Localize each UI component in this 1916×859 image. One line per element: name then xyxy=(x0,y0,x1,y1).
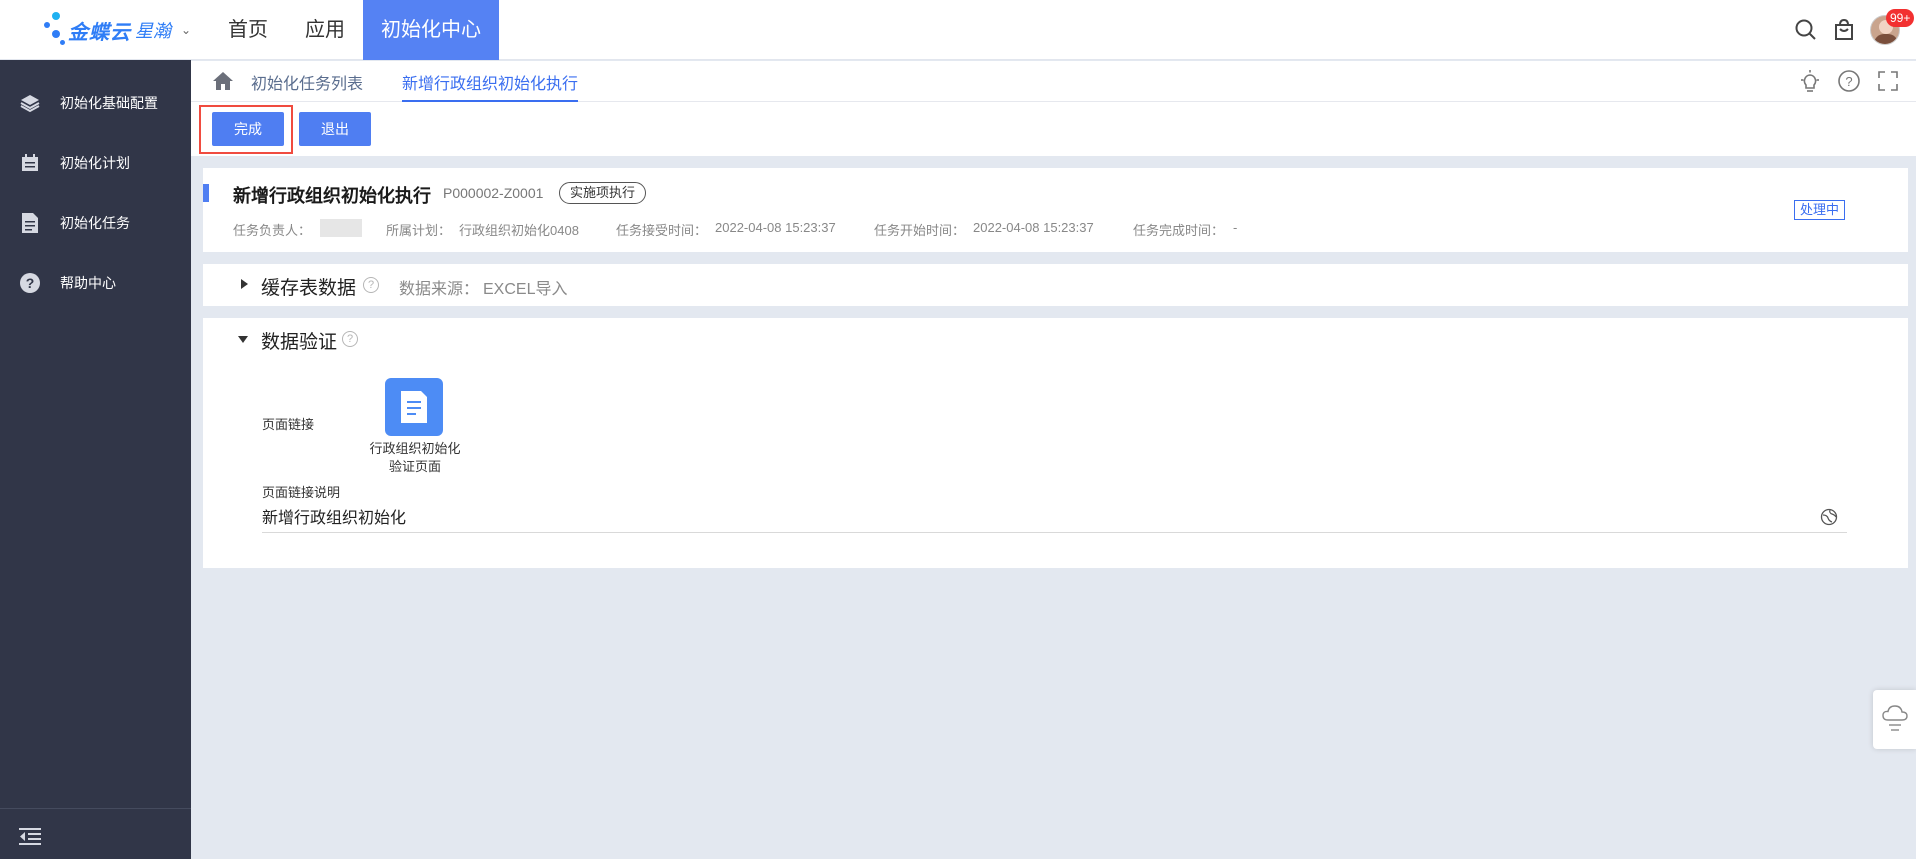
field-underline xyxy=(262,532,1847,533)
page-link-desc-label: 页面链接说明 xyxy=(262,485,341,500)
plan-label: 所属计划： xyxy=(386,223,452,238)
collapse-menu-icon[interactable] xyxy=(19,828,41,846)
logo-text: 金蝶云 xyxy=(68,21,131,44)
svg-text:?: ? xyxy=(26,275,35,291)
document-icon xyxy=(18,211,42,235)
calendar-icon xyxy=(18,151,42,175)
cache-section-title[interactable]: 缓存表数据 xyxy=(261,273,356,300)
help-icon: ? xyxy=(18,271,42,295)
page-link-tile[interactable] xyxy=(385,378,443,436)
sidebar-item-label: 初始化计划 xyxy=(60,155,130,171)
nav-apps[interactable]: 应用 xyxy=(295,0,355,60)
task-title: 新增行政组织初始化执行 xyxy=(233,186,431,206)
page-link-caption-line1: 行政组织初始化 xyxy=(369,441,461,456)
accept-time-value: 2022-04-08 15:23:37 xyxy=(715,220,836,235)
task-type-tag: 实施项执行 xyxy=(559,182,647,204)
layers-icon xyxy=(18,91,42,115)
data-source-label: 数据来源： xyxy=(399,281,480,298)
sidebar-item-base-config[interactable]: 初始化基础配置 xyxy=(0,73,191,133)
start-time-value: 2022-04-08 15:23:37 xyxy=(973,220,1094,235)
cache-section: 缓存表数据 ? 数据来源： EXCEL导入 xyxy=(203,264,1908,306)
highlight-box xyxy=(199,105,293,154)
globe-icon[interactable] xyxy=(1820,508,1838,526)
breadcrumb: 初始化任务列表 新增行政组织初始化执行 ? xyxy=(191,61,1916,102)
validation-section-title[interactable]: 数据验证 xyxy=(261,327,337,354)
sidebar-item-label: 帮助中心 xyxy=(60,275,116,291)
sidebar-item-help[interactable]: ? 帮助中心 xyxy=(0,253,191,313)
logo-subtext: 星瀚 xyxy=(135,21,171,41)
notification-badge: 99+ xyxy=(1886,9,1915,27)
app-logo[interactable]: 金蝶云 星瀚 ⌄ xyxy=(40,10,191,50)
svg-text:?: ? xyxy=(1845,74,1852,89)
page-link-label: 页面链接 xyxy=(262,417,315,432)
task-info-panel: 新增行政组织初始化执行 P000002-Z0001 实施项执行 任务负责人： 所… xyxy=(203,168,1908,252)
collapse-arrow-icon[interactable] xyxy=(238,336,248,343)
task-code: P000002-Z0001 xyxy=(443,185,544,201)
sidebar-item-task[interactable]: 初始化任务 xyxy=(0,193,191,253)
owner-redacted xyxy=(320,219,362,237)
finish-time-label: 任务完成时间： xyxy=(1133,223,1225,238)
home-icon[interactable] xyxy=(212,71,234,91)
document-page-icon xyxy=(401,391,427,423)
sidebar-item-plan[interactable]: 初始化计划 xyxy=(0,133,191,193)
page-link-caption[interactable]: 行政组织初始化 验证页面 xyxy=(355,440,475,476)
question-icon[interactable]: ? xyxy=(1837,69,1861,93)
fullscreen-icon[interactable] xyxy=(1876,69,1900,93)
chevron-down-icon[interactable]: ⌄ xyxy=(181,23,191,37)
shopping-bag-icon[interactable] xyxy=(1830,16,1858,44)
lightbulb-icon[interactable] xyxy=(1798,69,1822,93)
help-hint-icon[interactable]: ? xyxy=(342,331,358,347)
floating-cloud-button[interactable] xyxy=(1873,690,1916,749)
help-hint-icon[interactable]: ? xyxy=(363,277,379,293)
breadcrumb-task-list[interactable]: 初始化任务列表 xyxy=(251,70,363,94)
start-time-label: 任务开始时间： xyxy=(874,223,966,238)
finish-time-value: - xyxy=(1233,220,1238,235)
sidebar: 初始化基础配置 初始化计划 初始化任务 ? 帮助中心 xyxy=(0,60,191,859)
nav-init-center[interactable]: 初始化中心 xyxy=(363,0,499,60)
logo-dots-icon xyxy=(40,10,68,50)
owner-label: 任务负责人： xyxy=(233,223,312,238)
expand-arrow-icon[interactable] xyxy=(241,279,248,289)
sidebar-item-label: 初始化任务 xyxy=(60,215,130,231)
exit-button[interactable]: 退出 xyxy=(299,112,371,146)
breadcrumb-current[interactable]: 新增行政组织初始化执行 xyxy=(402,70,579,102)
sidebar-footer xyxy=(0,808,191,859)
cloud-icon xyxy=(1882,705,1908,731)
nav-home[interactable]: 首页 xyxy=(218,0,278,60)
title-accent-bar xyxy=(203,184,209,202)
page-link-caption-line2: 验证页面 xyxy=(388,459,441,474)
page-link-desc-value[interactable]: 新增行政组织初始化 xyxy=(262,504,406,528)
plan-value[interactable]: 行政组织初始化0408 xyxy=(459,220,579,239)
toolbar: 完成 退出 xyxy=(191,102,1916,156)
top-bar: 金蝶云 星瀚 ⌄ 首页 应用 初始化中心 99+ xyxy=(0,0,1916,60)
sidebar-item-label: 初始化基础配置 xyxy=(60,95,158,111)
data-source-value: EXCEL导入 xyxy=(483,281,568,298)
accept-time-label: 任务接受时间： xyxy=(616,223,708,238)
status-badge: 处理中 xyxy=(1794,200,1846,220)
search-icon[interactable] xyxy=(1792,16,1820,44)
